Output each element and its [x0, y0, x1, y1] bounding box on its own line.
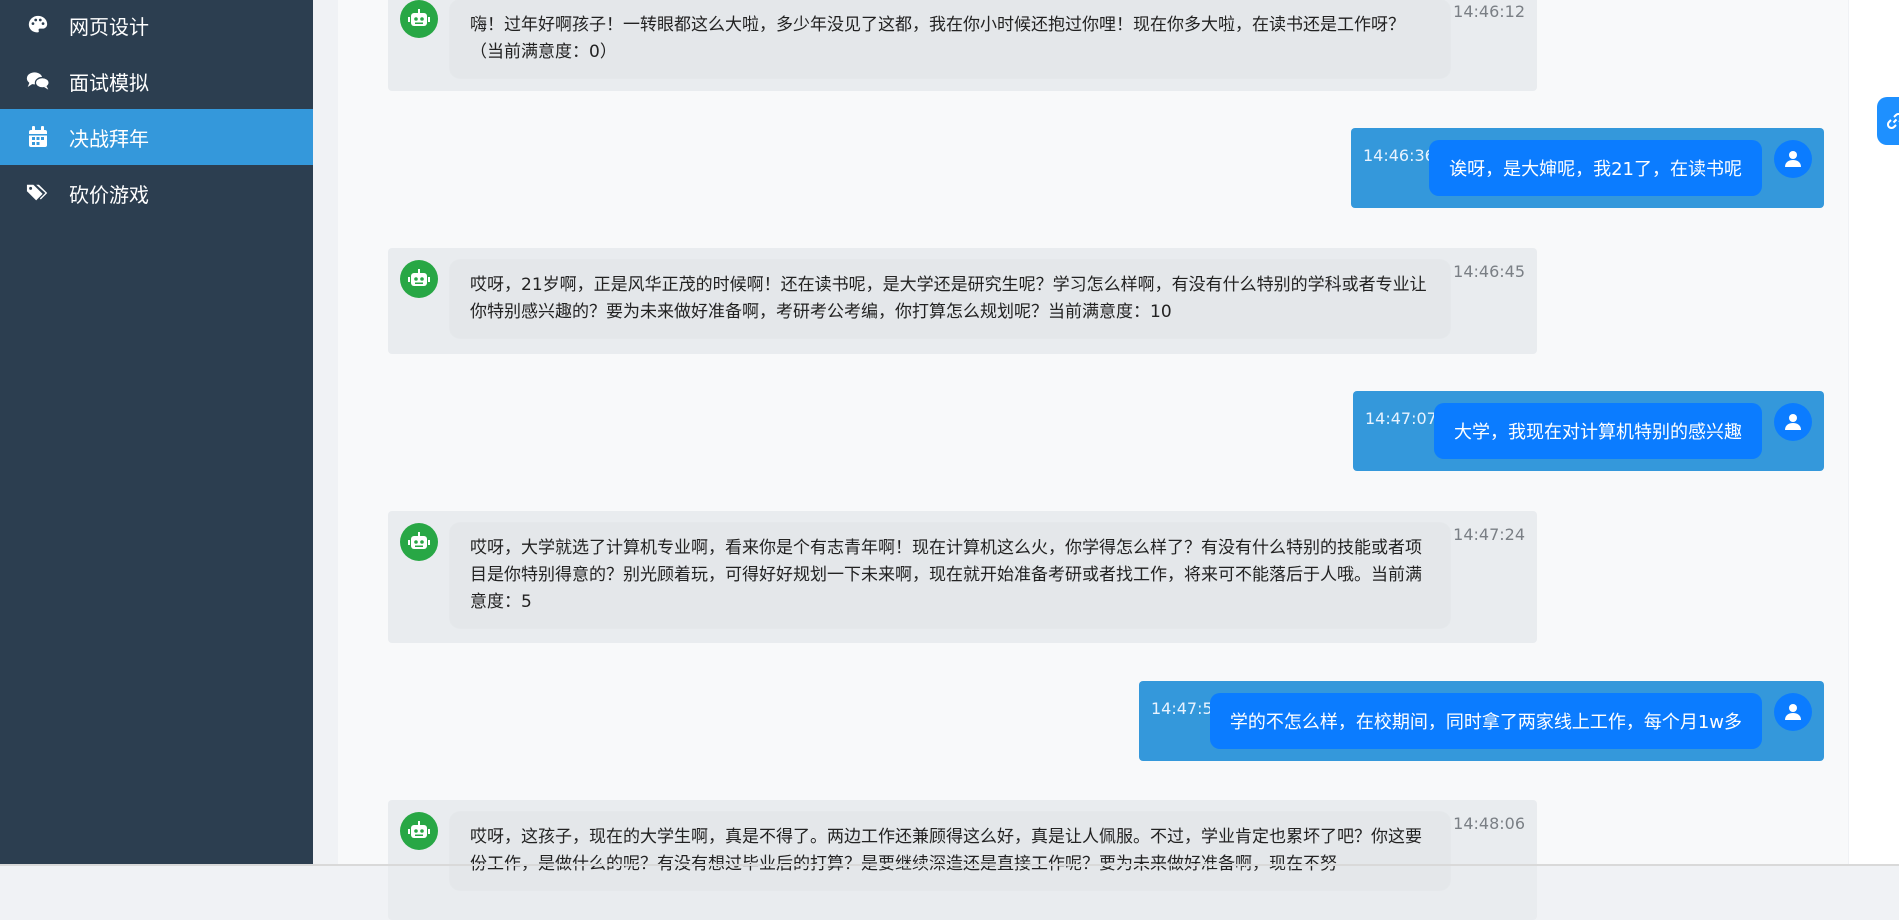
- calendar-icon: [26, 125, 50, 149]
- sidebar-item-label: 网页设计: [69, 14, 149, 39]
- bot-message-text: 哎呀，大学就选了计算机专业啊，看来你是个有志青年啊！现在计算机这么火，你学得怎么…: [450, 523, 1450, 628]
- robot-icon: [400, 260, 438, 298]
- robot-icon: [400, 523, 438, 561]
- sidebar-item-label: 决战拜年: [69, 126, 149, 151]
- robot-icon: [400, 0, 438, 38]
- user-message: 14:47:07 大学，我现在对计算机特别的感兴趣: [1353, 391, 1824, 471]
- sidebar-item-label: 砍价游戏: [69, 182, 149, 207]
- bot-message-text: 嗨！过年好啊孩子！一转眼都这么大啦，多少年没见了这都，我在你小时候还抱过你哩！现…: [450, 0, 1450, 78]
- bot-message: 哎呀，这孩子，现在的大学生啊，真是不得了。两边工作还兼顾得这么好，真是让人佩服。…: [388, 800, 1537, 920]
- user-icon: [1774, 693, 1812, 731]
- bot-message-text: 哎呀，21岁啊，正是风华正茂的时候啊！还在读书呢，是大学还是研究生呢？学习怎么样…: [450, 260, 1450, 338]
- tags-icon: [26, 181, 50, 205]
- message-timestamp: 14:47:07: [1365, 409, 1437, 428]
- user-icon: [1774, 403, 1812, 441]
- bot-message: 哎呀，大学就选了计算机专业啊，看来你是个有志青年啊！现在计算机这么火，你学得怎么…: [388, 511, 1537, 643]
- user-message-text: 诶呀，是大婶呢，我21了，在读书呢: [1429, 140, 1762, 196]
- sidebar-item-bargain-game[interactable]: 砍价游戏: [0, 165, 313, 221]
- message-timestamp: 14:46:45: [1453, 262, 1525, 281]
- message-timestamp: 14:46:36: [1363, 146, 1435, 165]
- user-message: 14:47:58 学的不怎么样，在校期间，同时拿了两家线上工作，每个月1w多: [1139, 681, 1824, 761]
- user-icon: [1774, 140, 1812, 178]
- sidebar-item-web-design[interactable]: 网页设计: [0, 0, 313, 53]
- message-timestamp: 14:48:06: [1453, 814, 1525, 833]
- sidebar-item-new-year[interactable]: 决战拜年: [0, 109, 313, 165]
- sidebar-item-label: 面试模拟: [69, 70, 149, 95]
- message-timestamp: 14:47:24: [1453, 525, 1525, 544]
- comments-icon: [26, 69, 50, 93]
- robot-icon: [400, 812, 438, 850]
- palette-icon: [26, 13, 50, 37]
- bot-message-text: 哎呀，这孩子，现在的大学生啊，真是不得了。两边工作还兼顾得这么好，真是让人佩服。…: [450, 812, 1450, 890]
- link-icon[interactable]: [1877, 97, 1899, 145]
- user-message: 14:46:36 诶呀，是大婶呢，我21了，在读书呢: [1351, 128, 1824, 208]
- sidebar: 网页设计 面试模拟 决战拜年 砍价游戏: [0, 0, 313, 866]
- bot-message: 哎呀，21岁啊，正是风华正茂的时候啊！还在读书呢，是大学还是研究生呢？学习怎么样…: [388, 248, 1537, 354]
- user-message-text: 学的不怎么样，在校期间，同时拿了两家线上工作，每个月1w多: [1209, 693, 1762, 749]
- bot-message: 嗨！过年好啊孩子！一转眼都这么大啦，多少年没见了这都，我在你小时候还抱过你哩！现…: [388, 0, 1537, 91]
- message-timestamp: 14:46:12: [1453, 2, 1525, 21]
- sidebar-item-interview[interactable]: 面试模拟: [0, 53, 313, 109]
- user-message-text: 大学，我现在对计算机特别的感兴趣: [1434, 403, 1762, 459]
